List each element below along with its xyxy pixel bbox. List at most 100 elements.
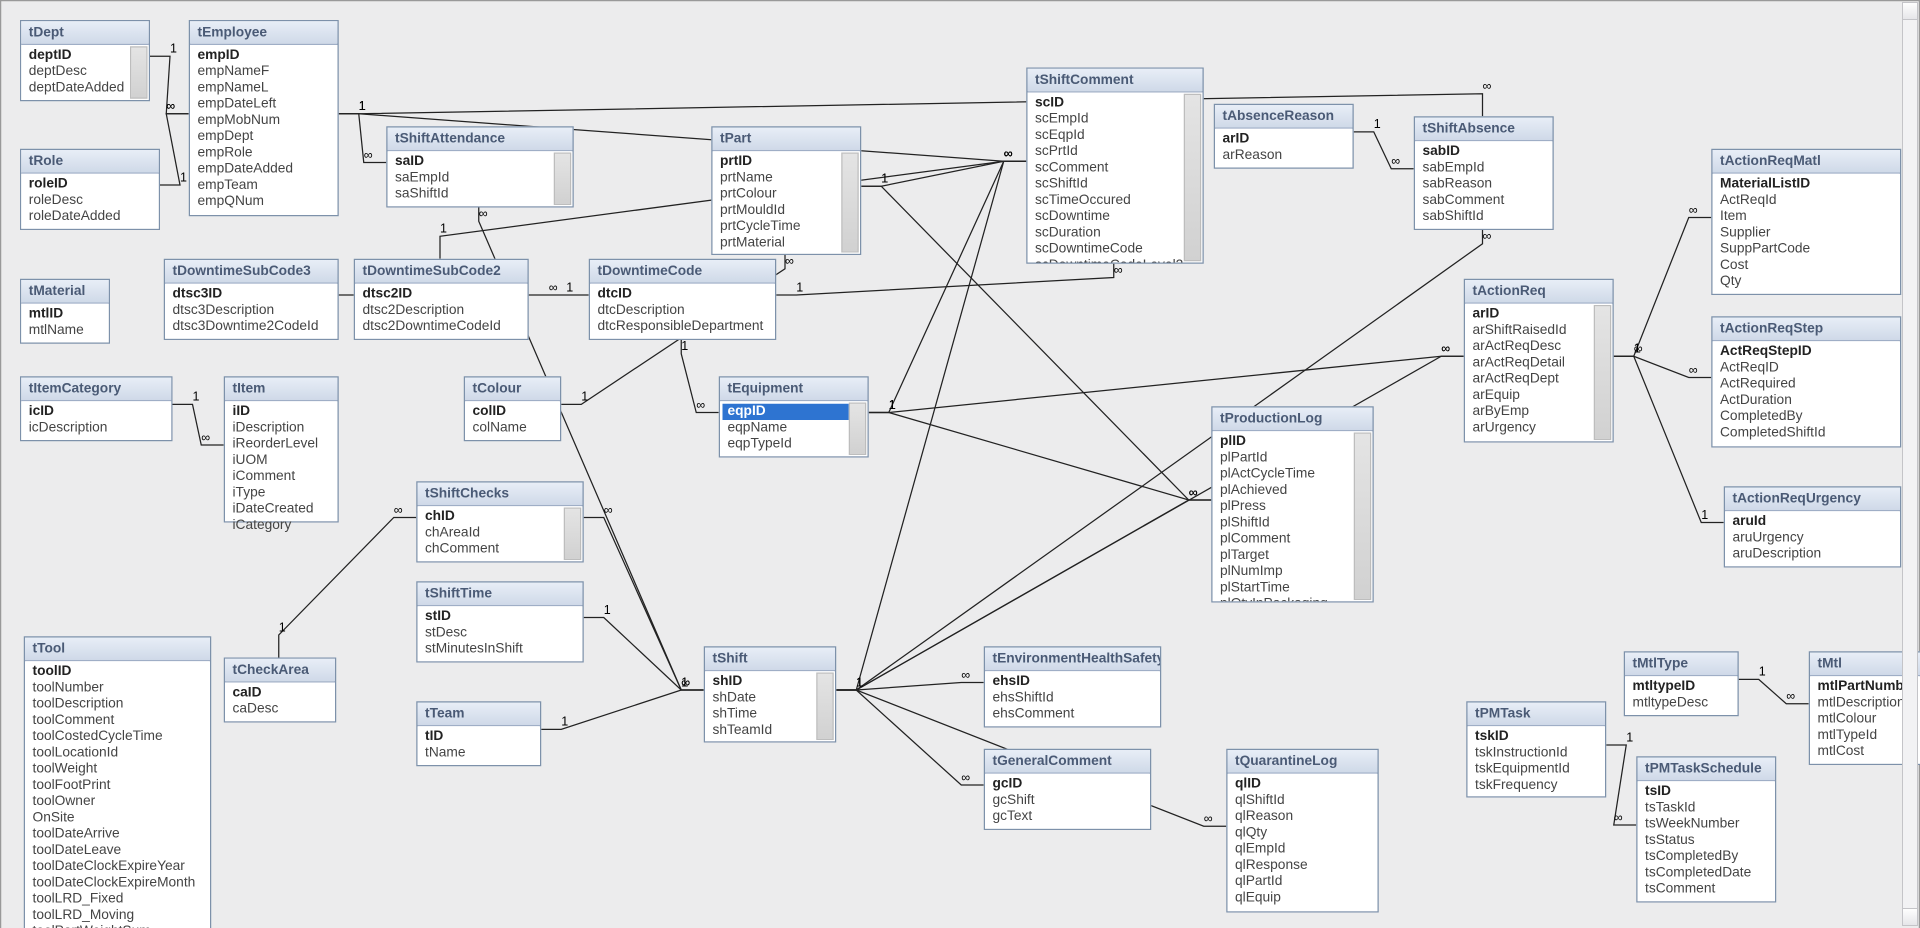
field-ActDuration[interactable]: ActDuration — [1720, 393, 1899, 409]
field-Qty[interactable]: Qty — [1720, 274, 1899, 290]
field-dtsc3Downtime2CodeId[interactable]: dtsc3Downtime2CodeId — [173, 319, 337, 335]
table-tDowntimeSubCode2[interactable]: tDowntimeSubCode2dtsc2IDdtsc2Description… — [354, 259, 529, 340]
table-tTeam[interactable]: tTeamtIDtName — [416, 701, 541, 766]
field-toolID[interactable]: toolID — [33, 664, 209, 680]
field-dtsc3ID[interactable]: dtsc3ID — [173, 286, 337, 302]
field-empTeam[interactable]: empTeam — [198, 178, 337, 194]
field-list[interactable]: tIDtName — [418, 726, 541, 765]
field-deptDesc[interactable]: deptDesc — [29, 64, 148, 80]
field-Cost[interactable]: Cost — [1720, 258, 1899, 274]
field-prtMaterial[interactable]: prtMaterial — [720, 235, 859, 251]
table-tPart[interactable]: tPartprtIDprtNameprtColourprtMouldIdprtC… — [711, 126, 861, 255]
field-ehsID[interactable]: ehsID — [993, 674, 1159, 690]
field-scID[interactable]: scID — [1035, 95, 1201, 111]
field-aruId[interactable]: aruId — [1733, 514, 1899, 530]
field-toolDateClockExpireYear[interactable]: toolDateClockExpireYear — [33, 859, 209, 875]
field-list[interactable]: qlIDqlShiftIdqlReasonqlQtyqlEmpIdqlRespo… — [1228, 774, 1378, 912]
field-iCategory[interactable]: iCategory — [233, 518, 337, 534]
field-colName[interactable]: colName — [473, 420, 559, 436]
field-tskID[interactable]: tskID — [1475, 729, 1604, 745]
field-mtltypeID[interactable]: mtltypeID — [1633, 679, 1737, 695]
scroll-up-button[interactable] — [1903, 3, 1917, 20]
field-list[interactable]: tskIDtskInstructionIdtskEquipmentIdtskFr… — [1468, 726, 1606, 796]
table-title[interactable]: tShiftAbsence — [1415, 118, 1553, 142]
field-stMinutesInShift[interactable]: stMinutesInShift — [425, 641, 581, 657]
field-colID[interactable]: colID — [473, 404, 559, 420]
field-tsID[interactable]: tsID — [1645, 784, 1774, 800]
field-gcShift[interactable]: gcShift — [993, 793, 1149, 809]
table-title[interactable]: tEquipment — [720, 378, 868, 402]
field-empNameL[interactable]: empNameL — [198, 80, 337, 96]
field-prtColour[interactable]: prtColour — [720, 186, 859, 202]
field-list[interactable]: empIDempNameFempNameLempDateLeftempMobNu… — [190, 45, 338, 215]
field-iDateCreated[interactable]: iDateCreated — [233, 501, 337, 517]
field-list[interactable]: aruIdaruUrgencyaruDescription — [1725, 511, 1900, 566]
field-list[interactable]: tsIDtsTaskIdtsWeekNumbertsStatustsComple… — [1638, 781, 1776, 901]
field-toolOwner[interactable]: toolOwner — [33, 794, 209, 810]
field-list[interactable]: deptIDdeptDescdeptDateAdded — [21, 45, 149, 100]
table-tShiftAbsence[interactable]: tShiftAbsencesabIDsabEmpIdsabReasonsabCo… — [1414, 116, 1554, 230]
field-plQtyInPackaging[interactable]: plQtyInPackaging — [1220, 596, 1371, 601]
field-plPress[interactable]: plPress — [1220, 499, 1371, 515]
field-tsWeekNumber[interactable]: tsWeekNumber — [1645, 816, 1774, 832]
table-title[interactable]: tPart — [713, 128, 861, 152]
field-tName[interactable]: tName — [425, 745, 539, 761]
field-icDescription[interactable]: icDescription — [29, 420, 170, 436]
field-prtName[interactable]: prtName — [720, 170, 859, 186]
field-toolDateClockExpireMonth[interactable]: toolDateClockExpireMonth — [33, 875, 209, 891]
table-title[interactable]: tDowntimeSubCode3 — [165, 260, 338, 284]
field-plStartTime[interactable]: plStartTime — [1220, 580, 1371, 596]
table-title[interactable]: tRole — [21, 150, 159, 174]
table-title[interactable]: tActionReqMatl — [1713, 150, 1901, 174]
field-list[interactable]: ehsIDehsShiftIdehsComment — [985, 671, 1160, 726]
field-sabShiftId[interactable]: sabShiftId — [1423, 209, 1552, 225]
table-title[interactable]: tItem — [225, 378, 338, 402]
field-ehsComment[interactable]: ehsComment — [993, 706, 1159, 722]
table-tEmployee[interactable]: tEmployeeempIDempNameFempNameLempDateLef… — [189, 20, 339, 216]
field-list[interactable]: shIDshDateshTimeshTeamId — [705, 671, 835, 741]
field-dtcID[interactable]: dtcID — [598, 286, 774, 302]
field-scEmpId[interactable]: scEmpId — [1035, 111, 1201, 127]
field-toolFootPrint[interactable]: toolFootPrint — [33, 778, 209, 794]
field-eqpTypeId[interactable]: eqpTypeId — [728, 436, 867, 452]
field-empRole[interactable]: empRole — [198, 145, 337, 161]
field-list[interactable]: toolIDtoolNumbertoolDescriptiontoolComme… — [25, 661, 210, 928]
field-sabComment[interactable]: sabComment — [1423, 193, 1552, 209]
relationship-canvas[interactable]: 1∞1∞1∞1∞1∞1∞∞1∞1∞11∞1∞1∞1∞∞11∞1∞∞11∞1∞1∞… — [0, 0, 1920, 928]
field-list[interactable]: gcIDgcShiftgcText — [985, 774, 1150, 829]
field-toolNumber[interactable]: toolNumber — [33, 680, 209, 696]
field-qlShiftId[interactable]: qlShiftId — [1235, 793, 1376, 809]
table-tDept[interactable]: tDeptdeptIDdeptDescdeptDateAdded — [20, 20, 150, 101]
table-tEquipment[interactable]: tEquipmenteqpIDeqpNameeqpTypeId — [719, 376, 869, 457]
field-sabReason[interactable]: sabReason — [1423, 176, 1552, 192]
table-title[interactable]: tDowntimeSubCode2 — [355, 260, 528, 284]
table-title[interactable]: tShiftAttendance — [388, 128, 573, 152]
field-dtsc2DowntimeCodeId[interactable]: dtsc2DowntimeCodeId — [363, 319, 527, 335]
field-list[interactable]: saIDsaEmpIdsaShiftId — [388, 151, 573, 206]
table-title[interactable]: tActionReq — [1465, 280, 1613, 304]
field-toolDateLeave[interactable]: toolDateLeave — [33, 843, 209, 859]
table-title[interactable]: tCheckArea — [225, 659, 335, 683]
table-tTool[interactable]: tTooltoolIDtoolNumbertoolDescriptiontool… — [24, 636, 212, 928]
field-OnSite[interactable]: OnSite — [33, 810, 209, 826]
field-scPrtId[interactable]: scPrtId — [1035, 144, 1201, 160]
field-dtsc2Description[interactable]: dtsc2Description — [363, 303, 527, 319]
field-list[interactable]: chIDchAreaIdchComment — [418, 506, 583, 561]
table-tItem[interactable]: tItemiIDiDescriptioniReorderLeveliUOMiCo… — [224, 376, 339, 522]
scrollbar-vertical[interactable] — [1902, 2, 1918, 926]
table-title[interactable]: tMtlType — [1625, 653, 1738, 677]
field-aruUrgency[interactable]: aruUrgency — [1733, 530, 1899, 546]
field-Supplier[interactable]: Supplier — [1720, 225, 1899, 241]
field-CompletedShiftId[interactable]: CompletedShiftId — [1720, 425, 1899, 441]
field-toolDescription[interactable]: toolDescription — [33, 696, 209, 712]
field-tsStatus[interactable]: tsStatus — [1645, 833, 1774, 849]
table-tItemCategory[interactable]: tItemCategoryicIDicDescription — [20, 376, 173, 441]
field-toolPartWeightSum[interactable]: toolPartWeightSum — [33, 924, 209, 928]
field-arEquip[interactable]: arEquip — [1473, 388, 1612, 404]
field-arByEmp[interactable]: arByEmp — [1473, 404, 1612, 420]
field-ActReqId[interactable]: ActReqId — [1720, 193, 1899, 209]
field-stID[interactable]: stID — [425, 609, 581, 625]
field-toolLocationId[interactable]: toolLocationId — [33, 745, 209, 761]
table-title[interactable]: tAbsenceReason — [1215, 105, 1353, 129]
field-scDowntimeCode[interactable]: scDowntimeCode — [1035, 241, 1201, 257]
